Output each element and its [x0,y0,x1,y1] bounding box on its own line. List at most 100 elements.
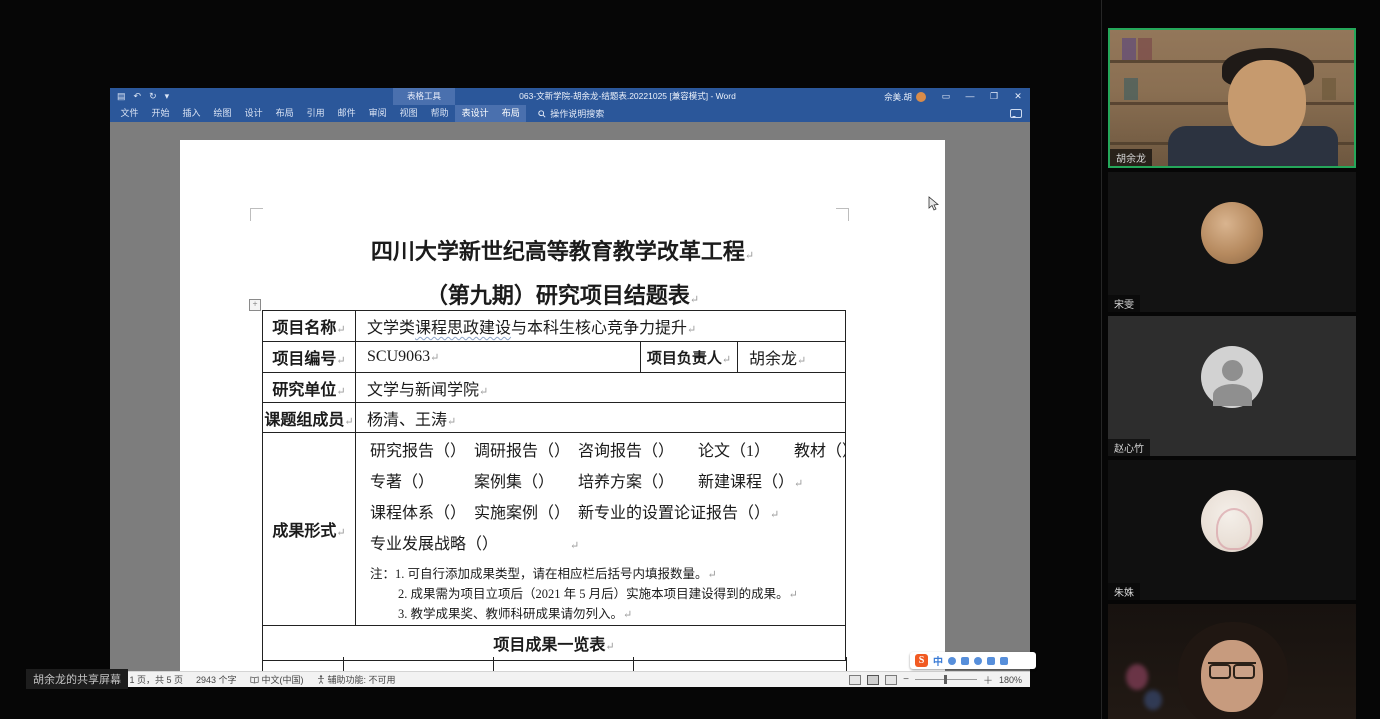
margin-corner-mark [836,208,849,221]
zoom-out-button[interactable]: − [903,674,909,685]
participants-sidebar: 胡余龙 宋雯 赵心竹 朱姝 [1104,0,1380,719]
zoom-in-button[interactable]: ＋ [983,672,993,687]
quick-access-more-icon[interactable]: ▾ [165,91,170,102]
tab-home[interactable]: 开始 [145,105,176,122]
zoom-slider-thumb[interactable] [944,675,947,684]
book-decor [1124,78,1138,100]
table-row: 成果形式↵ 研究报告（） 调研报告（） 咨询报告（） 论文（1） 教材（）↵ 专… [263,433,846,626]
zoom-slider[interactable] [915,679,977,680]
table-row: 课题组成员↵ 杨清、王涛↵ [263,403,846,433]
word-count[interactable]: 2943 个字 [196,673,237,686]
close-button[interactable]: ✕ [1006,88,1030,105]
doc-heading-line1: 四川大学新世纪高等教育教学改革工程↵ [180,234,945,266]
print-layout-icon[interactable] [867,675,879,685]
zoom-percent[interactable]: 180% [999,675,1022,685]
language-indicator[interactable]: 中文(中国) [250,673,304,686]
quick-access-toolbar: ▤ ↶ ↻ ▾ [117,88,169,105]
margin-corner-mark [250,208,263,221]
participant-name-label: 赵心竹 [1108,439,1150,456]
ime-emoji-icon[interactable] [974,657,982,665]
table-partial-row [262,657,847,672]
ime-chinese-mode-icon[interactable]: 中 [933,653,943,668]
glasses-decor [1208,662,1256,676]
person-silhouette-icon [1213,384,1252,406]
sogou-logo-icon[interactable]: S [915,654,928,667]
participant-tile-zhu-shu[interactable]: 朱姝 [1108,460,1356,600]
results-note-line: 2. 成果需为项目立项后（2021 年 5 月后）实施本项目建设得到的成果。↵ [370,585,841,605]
tab-references[interactable]: 引用 [300,105,331,122]
share-screen-banner: 胡余龙的共享屏幕 [26,669,128,689]
cell-project-name-label: 项目名称↵ [263,311,356,342]
tab-file[interactable]: 文件 [114,105,145,122]
video-decor [1144,690,1162,710]
account-name[interactable]: 佘美.胡 [884,91,912,103]
language-label: 中文(中国) [262,673,304,686]
tell-me-search[interactable]: 操作说明搜索 [538,107,604,120]
search-icon [538,110,546,118]
comments-icon[interactable] [1010,109,1022,118]
results-option-line: 课程体系（） 实施案例（） 新专业的设置论证报告（）↵ [370,499,841,530]
ime-toolbox-icon[interactable] [1000,657,1008,665]
ime-punctuation-icon[interactable] [948,657,956,665]
table-row: 研究单位↵ 文学与新闻学院↵ [263,373,846,403]
zoom-meeting-screen: ▤ ↶ ↻ ▾ 表格工具 063-文新学院-胡余龙-结题表.20221025 [… [0,0,1380,719]
participant-video-bottom[interactable] [1108,604,1356,719]
cell-members-label: 课题组成员↵ [263,403,356,433]
tab-table-layout[interactable]: 布局 [495,105,526,122]
results-option-line: 研究报告（） 调研报告（） 咨询报告（） 论文（1） 教材（）↵ [370,437,841,468]
save-icon[interactable]: ▤ [117,91,126,102]
word-window: ▤ ↶ ↻ ▾ 表格工具 063-文新学院-胡余龙-结题表.20221025 [… [110,88,1030,687]
tab-layout[interactable]: 布局 [269,105,300,122]
tab-view[interactable]: 视图 [393,105,424,122]
cell-leader-label: 项目负责人↵ [641,342,738,373]
sogou-ime-bar[interactable]: S 中 [910,652,1036,669]
doc-heading-line2: （第九期）研究项目结题表↵ [180,278,945,310]
project-form-table: 项目名称↵ 文学类课程思政建设与本科生核心竞争力提升↵ 项目编号↵ SCU906… [262,310,846,661]
tab-table-design[interactable]: 表设计 [455,105,495,122]
table-row: 项目编号↵ SCU9063↵ 项目负责人↵ 胡余龙↵ [263,342,846,373]
participant-tile-song-wen[interactable]: 宋雯 [1108,172,1356,312]
document-page[interactable]: 四川大学新世纪高等教育教学改革工程↵ （第九期）研究项目结题表↵ + 项目名称↵… [180,140,945,672]
document-title: 063-文新学院-胡余龙-结题表.20221025 [兼容模式] - Word [455,88,800,105]
sidebar-divider [1101,0,1102,719]
tab-help[interactable]: 帮助 [424,105,455,122]
restore-button[interactable]: ❐ [982,88,1006,105]
word-statusbar: 第 1 页，共 5 页 2943 个字 中文(中国) 辅助功能: 不可用 − ＋ [110,671,1030,687]
accessibility-status[interactable]: 辅助功能: 不可用 [317,673,396,686]
avatar-sketch-decor [1216,508,1252,550]
paragraph-mark: ↵ [690,294,699,306]
video-decor [1126,664,1148,690]
cell-results-value: 研究报告（） 调研报告（） 咨询报告（） 论文（1） 教材（）↵ 专著（） 案例… [356,433,846,626]
results-option-line: 专著（） 案例集（） 培养方案（） 新建课程（）↵ [370,468,841,499]
paragraph-mark: ↵ [745,250,754,262]
ime-skin-icon[interactable] [987,657,995,665]
spellcheck-wavy-text: 课程思政建设 [415,320,511,337]
participant-tile-zhao-xinzhu[interactable]: 赵心竹 [1108,316,1356,456]
cell-unit-value: 文学与新闻学院↵ [356,373,846,403]
account-avatar[interactable] [916,92,926,102]
ime-mic-icon[interactable] [961,657,969,665]
web-layout-icon[interactable] [885,675,897,685]
table-row: 项目成果一览表↵ [263,626,846,661]
table-move-handle-icon[interactable]: + [249,299,261,311]
tab-mailings[interactable]: 邮件 [331,105,362,122]
results-note-line: 3. 教学成果奖、教师科研成果请勿列入。↵ [370,605,841,625]
tab-design[interactable]: 设计 [238,105,269,122]
ribbon-tab-row: 文件 开始 插入 绘图 设计 布局 引用 邮件 审阅 视图 帮助 表设计 布局 … [110,105,1030,122]
cell-project-name-value: 文学类课程思政建设与本科生核心竞争力提升↵ [356,311,846,342]
redo-icon[interactable]: ↻ [149,91,157,102]
person-silhouette-icon [1222,360,1243,381]
read-mode-icon[interactable] [849,675,861,685]
tab-review[interactable]: 审阅 [362,105,393,122]
tab-draw[interactable]: 绘图 [207,105,238,122]
word-titlebar: ▤ ↶ ↻ ▾ 表格工具 063-文新学院-胡余龙-结题表.20221025 [… [110,88,1030,105]
results-note-line: 注：1. 可自行添加成果类型，请在相应栏后括号内填报数量。↵ [370,565,841,585]
cell-project-number-label: 项目编号↵ [263,342,356,373]
minimize-button[interactable]: — [958,88,982,105]
cell-results-label: 成果形式↵ [263,433,356,626]
table-row: 项目名称↵ 文学类课程思政建设与本科生核心竞争力提升↵ [263,311,846,342]
participant-video-hu-yulong[interactable]: 胡余龙 [1108,28,1356,168]
ribbon-display-options-icon[interactable]: ▭ [934,88,958,105]
undo-icon[interactable]: ↶ [134,91,142,102]
tab-insert[interactable]: 插入 [176,105,207,122]
